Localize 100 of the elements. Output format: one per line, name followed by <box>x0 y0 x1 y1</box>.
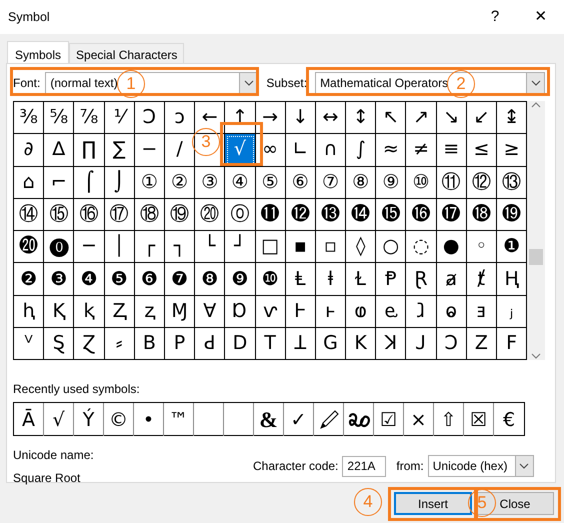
symbol-cell[interactable]: Ⱶ <box>286 296 316 328</box>
symbol-cell[interactable]: ⓬ <box>286 198 316 232</box>
symbol-cell[interactable]: Ᵽ <box>376 263 406 296</box>
symbol-cell[interactable]: ⱸ <box>376 296 406 328</box>
symbol-cell[interactable]: ⓫ <box>256 198 286 232</box>
symbol-cell[interactable]: ● <box>436 231 467 264</box>
symbol-cell[interactable]: ⅜ <box>14 102 44 134</box>
symbol-cell[interactable]: ∂ <box>14 134 44 167</box>
symbol-cell[interactable]: ⱷ <box>346 296 376 328</box>
close-button[interactable]: ✕ <box>518 2 564 32</box>
symbol-cell[interactable]: Ɀ <box>74 328 105 360</box>
symbol-cell[interactable]: ⱶ <box>316 296 346 328</box>
symbol-cell[interactable]: ≡ <box>436 134 467 167</box>
symbol-cell[interactable]: ↙ <box>466 102 497 134</box>
symbol-cell[interactable]: ∞ <box>256 134 286 167</box>
chevron-up-icon[interactable] <box>531 101 542 109</box>
symbol-cell[interactable]: ↖ <box>376 102 406 134</box>
symbol-cell[interactable]: ⑮ <box>44 198 74 232</box>
symbol-cell[interactable]: □ <box>256 231 286 264</box>
symbol-cell[interactable]: ∟ <box>286 134 316 167</box>
symbol-cell[interactable]: ⓴ <box>14 231 44 264</box>
symbol-cell[interactable]: ⱥ <box>436 263 467 296</box>
symbol-cell[interactable]: ≤ <box>466 134 497 167</box>
symbol-cell[interactable]: ◊ <box>346 231 376 264</box>
symbol-cell[interactable]: ⓯ <box>376 198 406 232</box>
chevron-down-icon[interactable] <box>531 352 542 360</box>
symbol-cell[interactable]: ⅞ <box>74 102 105 134</box>
symbol-cell[interactable]: ≈ <box>376 134 406 167</box>
symbol-cell[interactable]: ❾ <box>225 263 256 296</box>
scrollbar[interactable] <box>527 101 546 360</box>
symbol-cell[interactable]: Ⱡ <box>286 263 316 296</box>
symbol-cell[interactable]: ⑯ <box>74 198 105 232</box>
symbol-cell[interactable]: ⱦ <box>466 263 497 296</box>
symbol-cell[interactable]: ꓜ <box>466 328 497 360</box>
symbol-cell[interactable]: ❿ <box>256 263 286 296</box>
symbol-cell[interactable]: ⱱ <box>256 296 286 328</box>
symbol-cell[interactable]: ⱪ <box>74 296 105 328</box>
symbol-cell[interactable]: ⌡ <box>104 166 135 199</box>
symbol-cell[interactable]: ∏ <box>74 134 105 167</box>
symbol-cell[interactable]: ⓮ <box>346 198 376 232</box>
symbol-cell[interactable]: ⑲ <box>164 198 196 232</box>
symbol-cell[interactable]: ⓿ <box>44 231 74 264</box>
symbol-cell[interactable]: ⓰ <box>406 198 437 232</box>
symbol-cell[interactable]: Ɫ <box>346 263 376 296</box>
symbol-cell[interactable]: √ <box>225 134 256 167</box>
symbol-cell[interactable]: ⑥ <box>286 166 316 199</box>
symbol-cell[interactable]: Ɒ <box>225 296 256 328</box>
symbol-cell[interactable]: ꓓ <box>225 328 256 360</box>
symbol-cell[interactable]: Ⱪ <box>44 296 74 328</box>
symbol-cell[interactable]: ⑨ <box>376 166 406 199</box>
symbol-cell[interactable]: ⱬ <box>134 296 165 328</box>
symbol-cell[interactable]: ❼ <box>164 263 196 296</box>
symbol-cell[interactable]: ⸗ <box>104 328 135 360</box>
symbol-cell[interactable]: ∆ <box>44 134 74 167</box>
help-button[interactable]: ? <box>472 2 518 32</box>
symbol-cell[interactable]: ┐ <box>164 231 196 264</box>
symbol-cell[interactable]: ⑤ <box>256 166 286 199</box>
symbol-cell[interactable]: ∫ <box>346 134 376 167</box>
symbol-cell[interactable]: ∩ <box>316 134 346 167</box>
symbol-cell[interactable]: ⓪ <box>225 198 256 232</box>
symbol-cell[interactable]: ∕ <box>164 134 196 167</box>
symbol-cell[interactable]: ⅝ <box>44 102 74 134</box>
symbol-cell[interactable]: Ɽ <box>406 263 437 296</box>
symbol-cell[interactable]: ⓲ <box>466 198 497 232</box>
symbol-cell[interactable]: ⌂ <box>14 166 44 199</box>
symbol-cell[interactable]: └ <box>195 231 226 264</box>
symbol-cell[interactable]: ꓖ <box>316 328 346 360</box>
symbol-cell[interactable]: ⑱ <box>134 198 165 232</box>
symbol-cell[interactable]: ∑ <box>104 134 135 167</box>
symbol-cell[interactable]: ┘ <box>225 231 256 264</box>
character-code-field[interactable]: 221A <box>342 456 386 477</box>
symbol-cell[interactable]: ≠ <box>406 134 437 167</box>
symbol-cell[interactable]: ❺ <box>104 263 135 296</box>
symbol-cell[interactable]: ⱡ <box>316 263 346 296</box>
symbol-cell[interactable]: ❷ <box>14 263 44 296</box>
symbol-cell[interactable]: ⑳ <box>195 198 226 232</box>
symbol-cell[interactable]: Ɱ <box>164 296 196 328</box>
symbol-cell[interactable]: Ↄ <box>134 102 165 134</box>
symbol-cell[interactable]: ① <box>134 166 165 199</box>
symbol-cell[interactable]: ○ <box>376 231 406 264</box>
symbol-cell[interactable]: ↕ <box>346 102 376 134</box>
symbol-cell[interactable]: ⱺ <box>436 296 467 328</box>
symbol-cell[interactable]: ▫ <box>316 231 346 264</box>
symbol-cell[interactable]: ② <box>164 166 196 199</box>
symbol-cell[interactable]: ③ <box>195 166 226 199</box>
symbol-cell[interactable]: ❻ <box>134 263 165 296</box>
symbol-cell[interactable]: ⱽ <box>14 328 44 360</box>
symbol-cell[interactable]: ꓔ <box>256 328 286 360</box>
symbol-cell[interactable]: ꓑ <box>164 328 196 360</box>
symbol-cell[interactable]: │ <box>104 231 135 264</box>
symbol-cell[interactable]: ⑭ <box>14 198 44 232</box>
symbol-cell[interactable]: ↄ <box>164 102 196 134</box>
pen-icon[interactable] <box>318 408 340 431</box>
symbol-cell[interactable]: ꓙ <box>406 328 437 360</box>
symbol-cell[interactable]: Ɐ <box>195 296 226 328</box>
symbol-cell[interactable]: ꓒ <box>195 328 226 360</box>
symbol-cell[interactable]: ↔ <box>316 102 346 134</box>
symbol-cell[interactable]: ⑦ <box>316 166 346 199</box>
symbol-cell[interactable]: ┌ <box>134 231 165 264</box>
symbol-cell[interactable]: ↘ <box>436 102 467 134</box>
